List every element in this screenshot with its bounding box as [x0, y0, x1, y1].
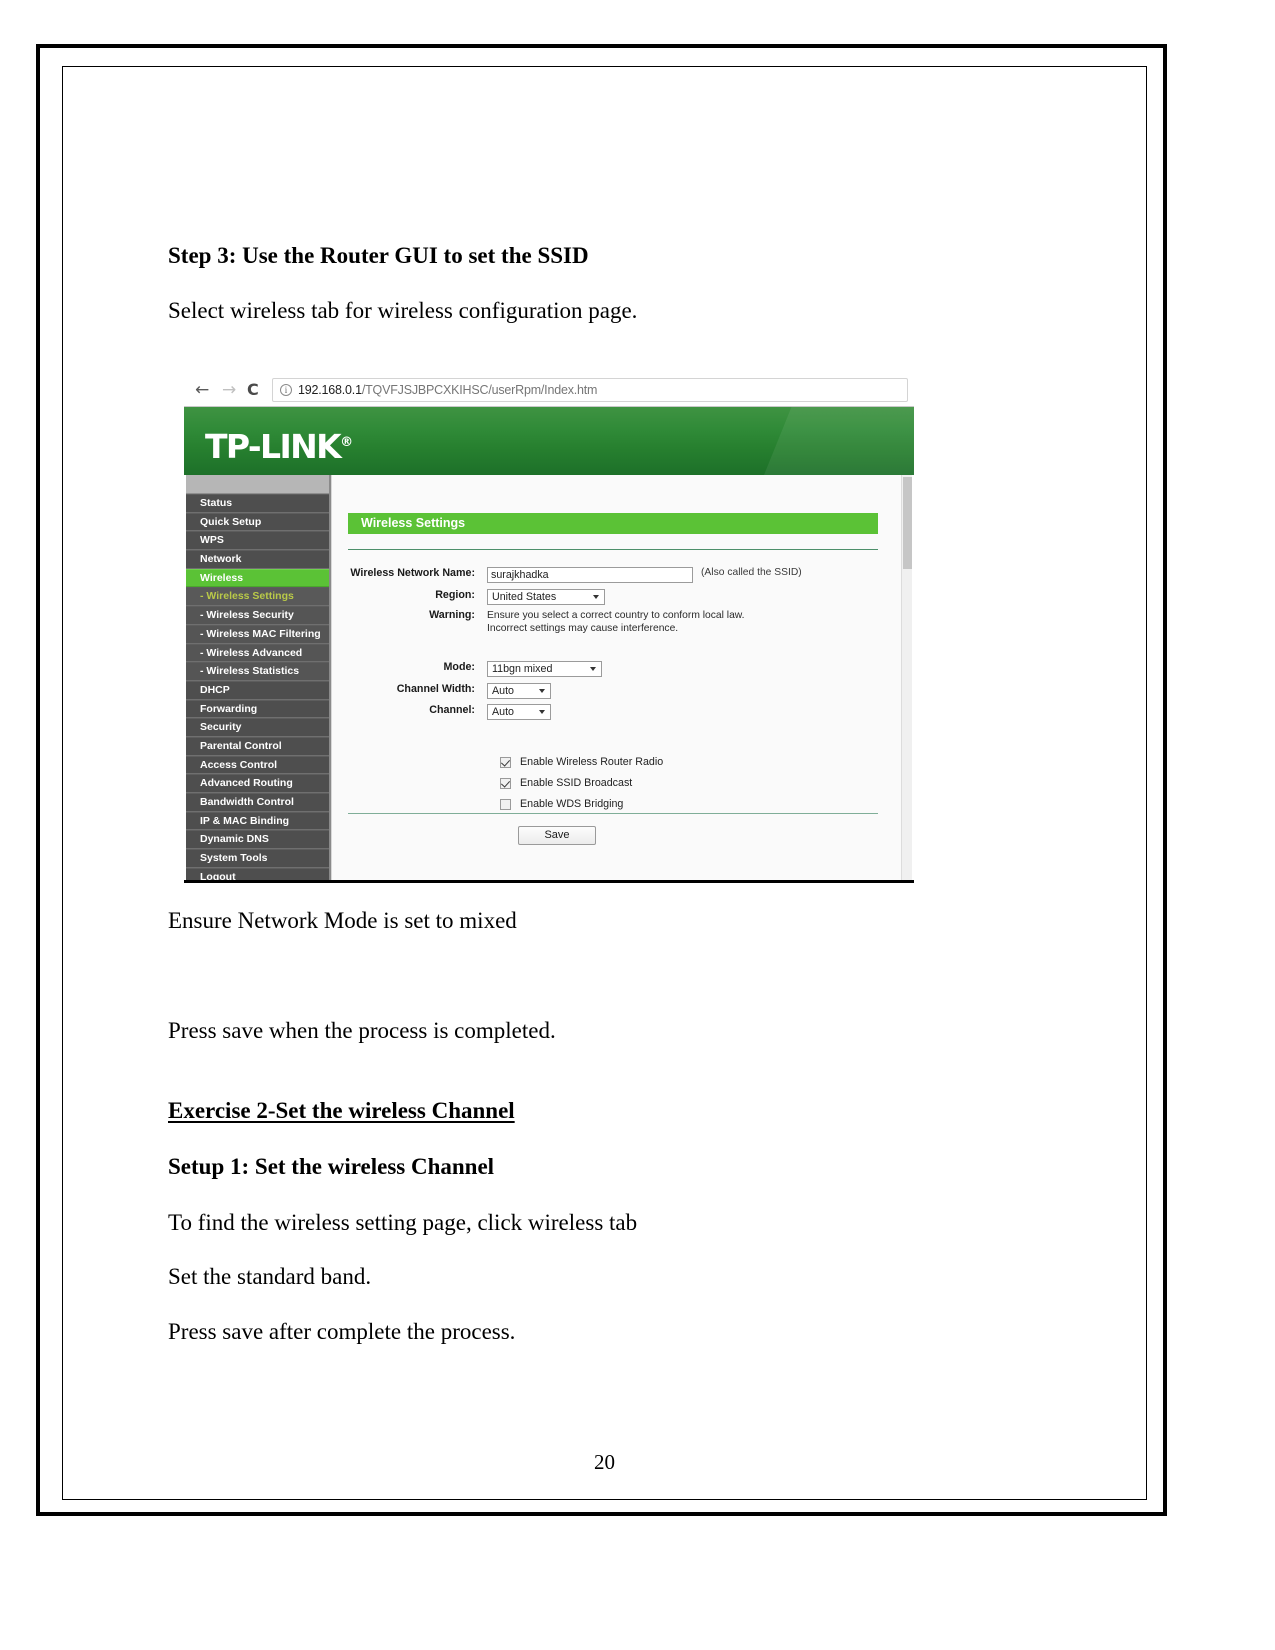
router-gui-body: Status Quick Setup WPS Network Wireless …	[184, 475, 914, 883]
enable-wireless-router-radio-checkbox[interactable]	[500, 756, 511, 768]
page-number: 20	[594, 1450, 615, 1474]
field-row-channel: Channel: Auto	[332, 704, 551, 720]
region-select-value: United States	[492, 590, 557, 603]
forward-arrow-icon[interactable]: →	[222, 381, 236, 399]
enable-wds-bridging-checkbox[interactable]	[500, 798, 511, 810]
document-body: Step 3: Use the Router GUI to set the SS…	[63, 67, 1146, 1499]
heading-setup-1: Setup 1: Set the wireless Channel	[168, 1154, 495, 1179]
checkbox-row-router-radio[interactable]: Enable Wireless Router Radio	[500, 756, 663, 768]
sidebar-item-ip-mac-binding[interactable]: IP & MAC Binding	[186, 811, 329, 831]
sidebar-item-wireless-mac-filtering[interactable]: - Wireless MAC Filtering	[186, 624, 329, 644]
field-row-warning: Warning: Ensure you select a correct cou…	[332, 609, 745, 635]
tplink-header-banner: TP-LINK®	[184, 407, 914, 475]
channel-select[interactable]: Auto	[487, 704, 551, 720]
sidebar-item-security[interactable]: Security	[186, 718, 329, 737]
sidebar-item-advanced-routing[interactable]: Advanced Routing	[186, 774, 329, 793]
ssid-input[interactable]: surajkhadka	[487, 567, 693, 583]
url-host: 192.168.0.1	[298, 383, 362, 397]
sidebar-item-dhcp[interactable]: DHCP	[186, 680, 329, 700]
paragraph-press-save: Press save when the process is completed…	[168, 1018, 556, 1043]
page-scrollbar[interactable]	[901, 475, 912, 883]
region-label: Region:	[435, 589, 475, 601]
sidebar-item-forwarding[interactable]: Forwarding	[186, 699, 329, 719]
tplink-logo-text: TP-LINK	[205, 427, 342, 466]
pane-title: Wireless Settings	[348, 513, 878, 534]
field-row-channel-width: Channel Width: Auto	[332, 683, 551, 699]
chevron-down-icon	[593, 595, 599, 599]
sidebar-item-status[interactable]: Status	[186, 494, 329, 513]
ssid-hint: (Also called the SSID)	[701, 567, 802, 578]
sidebar-item-access-control[interactable]: Access Control	[186, 755, 329, 775]
tplink-logo: TP-LINK®	[205, 427, 353, 466]
site-info-icon[interactable]: i	[280, 384, 292, 396]
mode-select[interactable]: 11bgn mixed	[487, 661, 602, 677]
heading-step-3: Step 3: Use the Router GUI to set the SS…	[168, 243, 589, 268]
checkbox-row-wds-bridging[interactable]: Enable WDS Bridging	[500, 798, 623, 810]
sidebar-item-wireless[interactable]: Wireless	[186, 568, 329, 588]
channel-select-value: Auto	[492, 705, 514, 718]
channel-width-select[interactable]: Auto	[487, 683, 551, 699]
chevron-down-icon	[539, 710, 545, 714]
field-row-mode: Mode: 11bgn mixed	[332, 661, 602, 677]
enable-ssid-broadcast-checkbox[interactable]	[500, 777, 511, 789]
sidebar-item-wireless-advanced[interactable]: - Wireless Advanced	[186, 643, 329, 663]
heading-exercise-2: Exercise 2-Set the wireless Channel	[168, 1098, 515, 1123]
warning-text-group: Ensure you select a correct country to c…	[487, 609, 745, 635]
browser-toolbar: ← → C i 192.168.0.1/TQVFJSJBPCXKIHSC/use…	[184, 373, 914, 407]
sidebar-item-bandwidth-control[interactable]: Bandwidth Control	[186, 793, 329, 812]
pane-bottom-divider	[348, 813, 878, 814]
url-display: 192.168.0.1/TQVFJSJBPCXKIHSC/userRpm/Ind…	[298, 383, 597, 397]
checkbox-row-ssid-broadcast[interactable]: Enable SSID Broadcast	[500, 777, 632, 789]
save-button[interactable]: Save	[518, 826, 596, 845]
enable-wds-bridging-label: Enable WDS Bridging	[520, 798, 624, 810]
scrollbar-thumb[interactable]	[903, 477, 912, 569]
paragraph-select-wireless-tab: Select wireless tab for wireless configu…	[168, 298, 638, 323]
enable-wireless-router-radio-label: Enable Wireless Router Radio	[520, 756, 664, 768]
sidebar-item-wireless-settings[interactable]: - Wireless Settings	[186, 587, 329, 607]
page-border-outer: Step 3: Use the Router GUI to set the SS…	[36, 44, 1167, 1516]
router-sidebar-menu: Status Quick Setup WPS Network Wireless …	[186, 475, 331, 883]
sidebar-item-parental-control[interactable]: Parental Control	[186, 736, 329, 756]
wireless-settings-pane: Wireless Settings Wireless Network Name:…	[331, 475, 909, 883]
warning-line-1: Ensure you select a correct country to c…	[487, 610, 745, 621]
field-row-region: Region: United States	[332, 589, 605, 605]
sidebar-item-system-tools[interactable]: System Tools	[186, 849, 329, 868]
address-bar[interactable]: i 192.168.0.1/TQVFJSJBPCXKIHSC/userRpm/I…	[272, 378, 908, 402]
sidebar-item-wps[interactable]: WPS	[186, 531, 329, 551]
paragraph-find-wireless-page: To find the wireless setting page, click…	[168, 1210, 638, 1235]
warning-label: Warning:	[429, 609, 475, 621]
region-select[interactable]: United States	[487, 589, 605, 605]
mode-label: Mode:	[443, 661, 475, 673]
url-path: /TQVFJSJBPCXKIHSC/userRpm/Index.htm	[361, 383, 598, 397]
back-arrow-icon[interactable]: ←	[195, 381, 209, 399]
pane-top-divider	[348, 549, 878, 550]
sidebar-item-wireless-statistics[interactable]: - Wireless Statistics	[186, 662, 329, 681]
channel-label: Channel:	[429, 704, 475, 716]
screenshot-bottom-edge	[184, 880, 914, 883]
enable-ssid-broadcast-label: Enable SSID Broadcast	[520, 777, 633, 789]
channel-width-label: Channel Width:	[396, 683, 475, 695]
channel-width-select-value: Auto	[492, 684, 514, 697]
page-border-inner: Step 3: Use the Router GUI to set the SS…	[62, 66, 1147, 1500]
mode-select-value: 11bgn mixed	[492, 662, 553, 675]
sidebar-top-spacer	[186, 475, 329, 494]
registered-mark-icon: ®	[340, 435, 354, 450]
sidebar-item-quick-setup[interactable]: Quick Setup	[186, 512, 329, 532]
chevron-down-icon	[590, 667, 596, 671]
chevron-down-icon	[539, 689, 545, 693]
sidebar-item-network[interactable]: Network	[186, 550, 329, 569]
paragraph-network-mode: Ensure Network Mode is set to mixed	[168, 908, 517, 933]
paragraph-standard-band: Set the standard band.	[168, 1264, 372, 1289]
paragraph-press-save-after: Press save after complete the process.	[168, 1319, 516, 1344]
sidebar-item-dynamic-dns[interactable]: Dynamic DNS	[186, 830, 329, 850]
ssid-label: Wireless Network Name:	[350, 567, 475, 579]
warning-line-2: Incorrect settings may cause interferenc…	[487, 623, 679, 634]
reload-icon[interactable]: C	[247, 381, 259, 399]
router-gui-screenshot: ← → C i 192.168.0.1/TQVFJSJBPCXKIHSC/use…	[184, 373, 914, 883]
sidebar-item-wireless-security[interactable]: - Wireless Security	[186, 606, 329, 625]
field-row-ssid: Wireless Network Name: surajkhadka (Also…	[332, 567, 802, 583]
